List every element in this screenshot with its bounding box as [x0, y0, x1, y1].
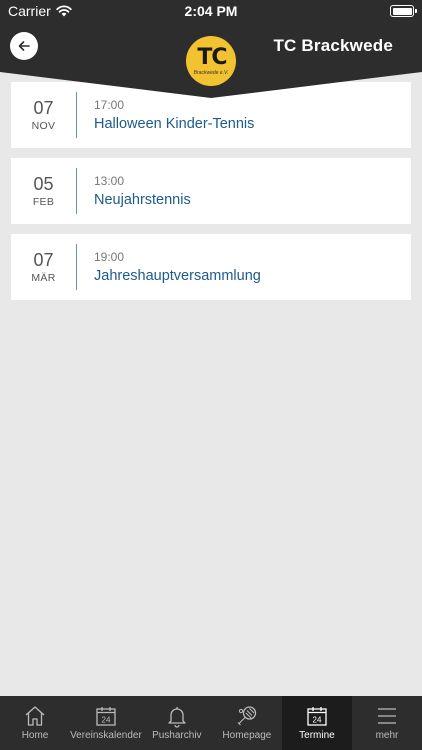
- status-time: 2:04 PM: [184, 3, 238, 19]
- event-date: 05 FEB: [11, 158, 76, 224]
- event-day: 07: [33, 250, 54, 270]
- date-divider: [76, 168, 77, 214]
- menu-icon: [378, 708, 396, 724]
- event-card[interactable]: 07 MÄR 19:00 Jahreshauptversammlung: [11, 234, 411, 300]
- event-time: 19:00: [94, 250, 125, 264]
- tennis-racket-icon: [237, 706, 257, 726]
- tab-termine[interactable]: 24 Termine: [281, 696, 352, 750]
- logo-subtext: Brackwede e.V.: [193, 70, 229, 76]
- club-logo: TC Brackwede e.V.: [183, 33, 239, 89]
- event-card[interactable]: 05 FEB 13:00 Neujahrstennis: [11, 158, 411, 224]
- event-title[interactable]: Jahreshauptversammlung: [94, 268, 261, 284]
- date-divider: [76, 244, 77, 290]
- tab-home[interactable]: Home: [0, 696, 70, 750]
- tab-label: Home: [21, 730, 49, 741]
- back-button[interactable]: [10, 32, 38, 60]
- page-title: TC Brackwede: [273, 36, 393, 55]
- tab-label: Vereinskalender: [70, 730, 142, 741]
- date-divider: [76, 92, 77, 138]
- status-bar: Carrier 2:04 PM: [0, 0, 422, 24]
- tab-label: Homepage: [222, 730, 272, 741]
- event-date: 07 MÄR: [11, 234, 76, 300]
- logo-text: TC: [197, 45, 227, 70]
- logo-badge: TC Brackwede e.V.: [186, 36, 236, 86]
- event-month: MÄR: [31, 272, 56, 284]
- tab-label: Termine: [299, 730, 335, 741]
- battery-icon: [390, 5, 417, 17]
- tab-label: Pusharchiv: [152, 730, 202, 741]
- event-list: 07 NOV 17:00 Halloween Kinder-Tennis 05 …: [11, 82, 411, 310]
- arrow-left-icon: [18, 41, 30, 51]
- tab-homepage[interactable]: Homepage: [212, 696, 282, 750]
- tab-bar: Home 24 Vereinskalender Pusharchiv Homep…: [0, 696, 422, 750]
- bell-icon: [168, 707, 186, 728]
- tab-vereinskalender[interactable]: 24 Vereinskalender: [70, 696, 142, 750]
- calendar-icon: 24: [96, 707, 116, 726]
- event-day: 07: [33, 98, 54, 118]
- event-title[interactable]: Halloween Kinder-Tennis: [94, 116, 254, 132]
- event-day: 05: [33, 174, 54, 194]
- tab-mehr[interactable]: mehr: [352, 696, 422, 750]
- event-month: NOV: [31, 120, 56, 132]
- tab-label: mehr: [375, 730, 399, 741]
- event-time: 17:00: [94, 98, 125, 112]
- event-title[interactable]: Neujahrstennis: [94, 192, 191, 208]
- event-month: FEB: [32, 196, 55, 208]
- calendar-icon: 24: [307, 707, 327, 726]
- home-icon: [25, 706, 45, 726]
- svg-text:24: 24: [312, 716, 321, 725]
- event-time: 13:00: [94, 174, 125, 188]
- tab-pusharchiv[interactable]: Pusharchiv: [142, 696, 212, 750]
- svg-text:24: 24: [101, 716, 110, 725]
